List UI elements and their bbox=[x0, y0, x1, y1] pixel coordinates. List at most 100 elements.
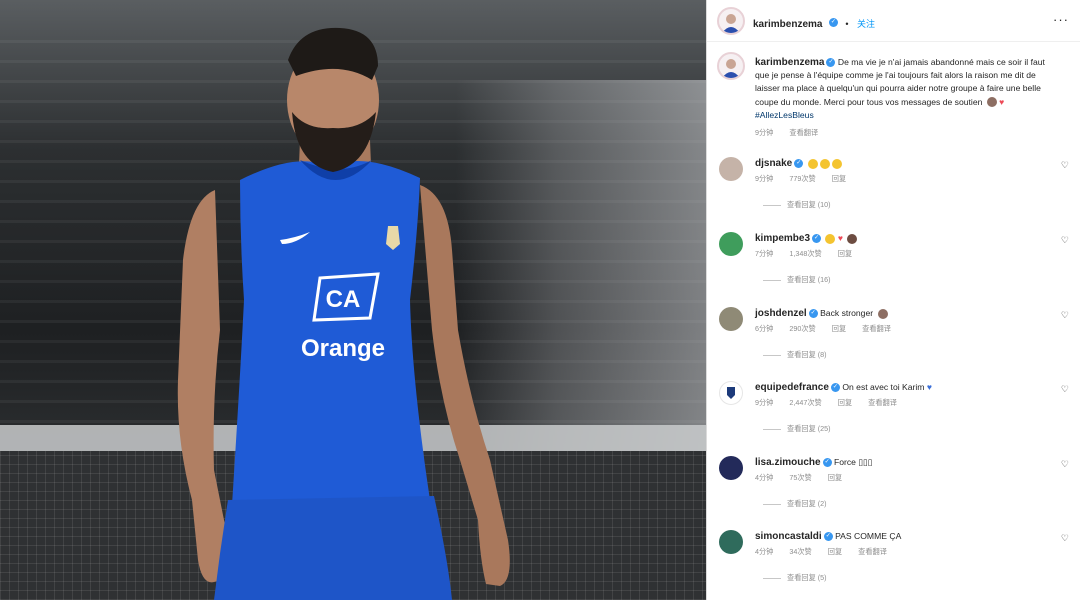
comment-username[interactable]: lisa.zimouche bbox=[755, 457, 821, 468]
jersey-sponsor-text: Orange bbox=[301, 335, 385, 362]
verified-badge-icon: ✓ bbox=[828, 18, 838, 28]
comment-time: 4分钟 bbox=[755, 547, 774, 556]
caption-translate-link[interactable]: 查看翻译 bbox=[789, 128, 818, 137]
comment-reply-link[interactable]: 回复 bbox=[828, 473, 842, 482]
comment-likes[interactable]: 34次赞 bbox=[789, 547, 811, 556]
comment-likes[interactable]: 75次赞 bbox=[789, 473, 811, 482]
header-username[interactable]: karimbenzema bbox=[753, 19, 822, 30]
post-caption: karimbenzema ✓ De ma vie je n'ai jamais a… bbox=[755, 56, 1061, 139]
comment-text: PAS COMME ÇA bbox=[835, 531, 902, 541]
comment-item: equipedefrance ✓ On est avec toi Karim ♥ … bbox=[707, 378, 1080, 448]
verified-badge-icon: ✓ bbox=[794, 159, 804, 169]
comment-time: 7分钟 bbox=[755, 249, 774, 258]
comment-likes[interactable]: 779次赞 bbox=[789, 174, 815, 183]
replies-line bbox=[763, 503, 781, 505]
view-replies-link[interactable]: 查看回复 (10) bbox=[763, 200, 831, 210]
comment-translate-link[interactable]: 查看翻译 bbox=[862, 324, 891, 333]
player-illustration: CA Orange bbox=[177, 27, 510, 600]
comment-item: kimpembe3 ✓ ♥ 7分钟 1,348次赞 回复 查看回复 (16) ♡ bbox=[707, 229, 1080, 299]
avatar[interactable] bbox=[717, 7, 745, 35]
comment-item: djsnake ✓ 9分钟 779次赞 回复 查看回复 (10) ♡ bbox=[707, 154, 1080, 224]
caption-time: 9分钟 bbox=[755, 128, 774, 138]
comment-meta: 7分钟 1,348次赞 回复 bbox=[755, 249, 866, 259]
more-options-icon[interactable]: ··· bbox=[1053, 12, 1069, 27]
replies-line bbox=[763, 354, 781, 356]
caption-username[interactable]: karimbenzema bbox=[755, 57, 824, 68]
post-photo: CA Orange bbox=[0, 0, 706, 600]
heart-outline-icon[interactable]: ♡ bbox=[1061, 310, 1069, 321]
comment-item: joshdenzel ✓ Back stronger 6分钟 290次赞 回复 查… bbox=[707, 304, 1080, 374]
view-replies-link[interactable]: 查看回复 (8) bbox=[763, 350, 827, 360]
view-replies-link[interactable]: 查看回复 (16) bbox=[763, 275, 831, 285]
view-replies-link[interactable]: 查看回复 (25) bbox=[763, 424, 831, 434]
crying-emoji-icon bbox=[825, 233, 836, 244]
comment-reply-link[interactable]: 回复 bbox=[832, 324, 846, 333]
comment-item: lisa.zimouche ✓ Force ▯▯▯ 4分钟 75次赞 回复 查看回… bbox=[707, 453, 1080, 523]
caption-meta: 9分钟 查看翻译 bbox=[755, 126, 1061, 139]
comment-username[interactable]: equipedefrance bbox=[755, 382, 829, 393]
comment-reply-link[interactable]: 回复 bbox=[838, 398, 852, 407]
comment-avatar[interactable] bbox=[719, 456, 743, 480]
comment-avatar[interactable] bbox=[719, 307, 743, 331]
verified-badge-icon: ✓ bbox=[808, 309, 818, 319]
heart-emoji-icon: ♥ bbox=[837, 233, 843, 243]
comment-reply-link[interactable]: 回复 bbox=[828, 547, 842, 556]
fff-logo-icon bbox=[727, 387, 735, 399]
comment-avatar[interactable] bbox=[719, 530, 743, 554]
replies-line bbox=[763, 279, 781, 281]
verified-badge-icon: ✓ bbox=[822, 458, 832, 468]
comment-translate-link[interactable]: 查看翻译 bbox=[858, 547, 887, 556]
comment-time: 9分钟 bbox=[755, 174, 774, 183]
separator-dot: • bbox=[845, 19, 849, 29]
heart-outline-icon[interactable]: ♡ bbox=[1061, 384, 1069, 395]
heart-outline-icon[interactable]: ♡ bbox=[1061, 459, 1069, 470]
view-replies-link[interactable]: 查看回复 (2) bbox=[763, 499, 827, 509]
comment-time: 6分钟 bbox=[755, 324, 774, 333]
comment-avatar[interactable] bbox=[719, 232, 743, 256]
view-replies-text: 查看回复 (25) bbox=[787, 424, 831, 433]
emoji-icon bbox=[819, 158, 830, 169]
person-emoji-icon bbox=[877, 308, 888, 319]
view-replies-text: 查看回复 (8) bbox=[787, 350, 827, 359]
avatar-image bbox=[722, 14, 740, 33]
caption-avatar[interactable] bbox=[717, 52, 745, 80]
svg-text:CA: CA bbox=[326, 286, 361, 313]
heart-outline-icon[interactable]: ♡ bbox=[1061, 533, 1069, 544]
verified-badge-icon: ✓ bbox=[830, 383, 840, 393]
pray-emoji-icon bbox=[847, 233, 858, 244]
comment-text: Back stronger bbox=[820, 308, 874, 318]
comment-reply-link[interactable]: 回复 bbox=[832, 174, 846, 183]
comment-text: On est avec toi Karim bbox=[842, 382, 925, 392]
view-replies-text: 查看回复 (2) bbox=[787, 499, 827, 508]
heart-outline-icon[interactable]: ♡ bbox=[1061, 235, 1069, 246]
comment-likes[interactable]: 1,348次赞 bbox=[789, 249, 821, 258]
comment-avatar[interactable] bbox=[719, 381, 743, 405]
follow-button[interactable]: 关注 bbox=[857, 19, 875, 29]
comment-translate-link[interactable]: 查看翻译 bbox=[868, 398, 897, 407]
comment-avatar[interactable] bbox=[719, 157, 743, 181]
comment-likes[interactable]: 2,447次赞 bbox=[789, 398, 821, 407]
comment-username[interactable]: simoncastaldi bbox=[755, 531, 822, 542]
comment-meta: 4分钟 75次赞 回复 bbox=[755, 473, 856, 483]
comment-username[interactable]: joshdenzel bbox=[755, 308, 807, 319]
heart-outline-icon[interactable]: ♡ bbox=[1061, 160, 1069, 171]
comment-meta: 9分钟 2,447次赞 回复 查看翻译 bbox=[755, 398, 911, 408]
comment-username[interactable]: kimpembe3 bbox=[755, 233, 810, 244]
comment-time: 4分钟 bbox=[755, 473, 774, 482]
view-replies-text: 查看回复 (5) bbox=[787, 573, 827, 582]
verified-badge-icon: ✓ bbox=[826, 58, 836, 68]
comment-reply-link[interactable]: 回复 bbox=[838, 249, 852, 258]
comment-text: Force ▯▯▯ bbox=[833, 457, 873, 467]
post-header: karimbenzema ✓ • 关注 ··· bbox=[707, 0, 1080, 42]
comment-username[interactable]: djsnake bbox=[755, 158, 792, 169]
comment-meta: 6分钟 290次赞 回复 查看翻译 bbox=[755, 324, 905, 334]
caption-hashtag[interactable]: #AllezLesBleus bbox=[755, 110, 814, 120]
comment-meta: 4分钟 34次赞 回复 查看翻译 bbox=[755, 547, 901, 557]
comment-meta: 9分钟 779次赞 回复 bbox=[755, 174, 860, 184]
emoji-icon bbox=[807, 158, 818, 169]
person-emoji-icon bbox=[986, 97, 997, 108]
comment-likes[interactable]: 290次赞 bbox=[789, 324, 815, 333]
replies-line bbox=[763, 428, 781, 430]
verified-badge-icon: ✓ bbox=[823, 532, 833, 542]
view-replies-link[interactable]: 查看回复 (5) bbox=[763, 573, 827, 583]
